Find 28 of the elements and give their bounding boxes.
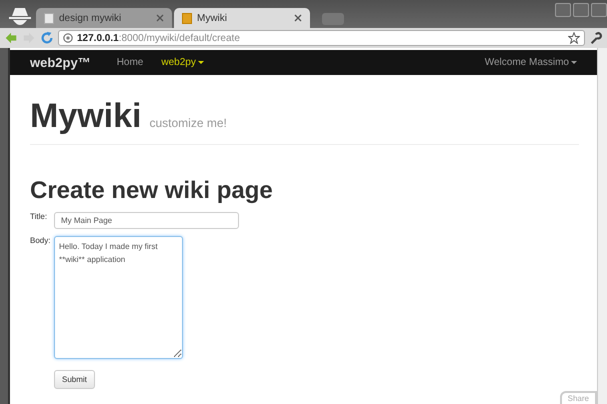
site-subtitle: customize me! — [149, 116, 227, 130]
nav-link[interactable]: web2py — [161, 57, 204, 68]
brand-link[interactable]: web2py™ — [30, 55, 91, 70]
caret-icon — [571, 60, 577, 64]
reload-icon[interactable] — [40, 31, 54, 45]
new-tab-button[interactable] — [322, 13, 344, 25]
browser-tab[interactable]: Mywiki — [174, 8, 310, 28]
page-heading: Create new wiki page — [30, 177, 274, 205]
close-icon[interactable] — [294, 14, 302, 22]
nav-link[interactable]: Home — [116, 57, 144, 68]
address-bar[interactable]: 127.0.0.1:8000/mywiki/default/create — [58, 30, 585, 46]
field-label: Body: — [30, 236, 50, 245]
submit-button[interactable]: Submit — [54, 370, 95, 389]
back-icon[interactable] — [4, 31, 18, 45]
user-menu[interactable]: Welcome Massimo — [484, 57, 577, 68]
star-icon[interactable] — [568, 32, 580, 44]
wrench-icon[interactable] — [589, 31, 603, 45]
globe-icon — [63, 33, 73, 43]
body-field[interactable]: Hello. Today I made my first **wiki** application — [54, 236, 183, 359]
field-label: Title: — [30, 212, 48, 221]
browser-tab[interactable]: design mywiki — [36, 8, 172, 28]
incognito-icon — [8, 6, 32, 28]
logo-icon — [182, 12, 192, 24]
site-title: Mywiki — [30, 97, 142, 136]
close-icon[interactable] — [156, 14, 164, 22]
page-icon — [44, 12, 54, 24]
title-field[interactable]: My Main Page — [54, 212, 239, 229]
scrollbar[interactable] — [597, 48, 607, 404]
